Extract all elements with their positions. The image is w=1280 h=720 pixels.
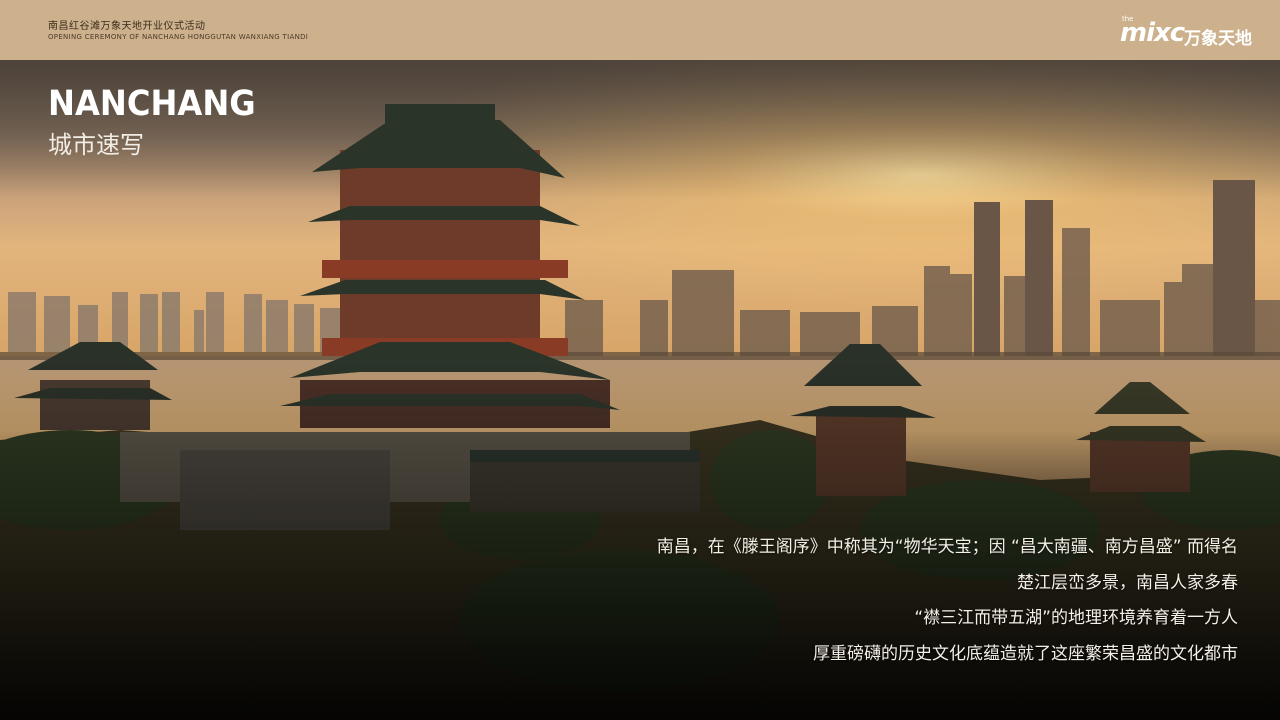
header-bar: 南昌红谷滩万象天地开业仪式活动 OPENING CEREMONY OF NANC…	[0, 0, 1280, 60]
description-line: 厚重磅礴的历史文化底蕴造就了这座繁荣昌盛的文化都市	[813, 643, 1238, 664]
logo-cn-text: 万象天地	[1184, 29, 1252, 49]
description-line: 楚江层峦多景，南昌人家多春	[1017, 572, 1238, 593]
title-nanchang: NANCHANG	[48, 84, 256, 124]
description-line: “襟三江而带五湖”的地理环境养育着一方人	[914, 608, 1238, 628]
description-text: 南昌，在《滕王阁序》中称其为“物华天宝；因 “昌大南疆、南方昌盛” 而得名 楚江…	[478, 530, 1238, 672]
header-title-cn: 南昌红谷滩万象天地开业仪式活动	[48, 21, 206, 32]
mixc-logo: the mixc 万象天地	[1120, 12, 1262, 50]
logo-mixc-text: mixc	[1120, 18, 1185, 48]
description-line: 南昌，在《滕王阁序》中称其为“物华天宝；因 “昌大南疆、南方昌盛” 而得名	[656, 537, 1238, 557]
title-city-sketch: 城市速写	[48, 131, 144, 159]
header-title-en: OPENING CEREMONY OF NANCHANG HONGGUTAN W…	[48, 33, 309, 41]
